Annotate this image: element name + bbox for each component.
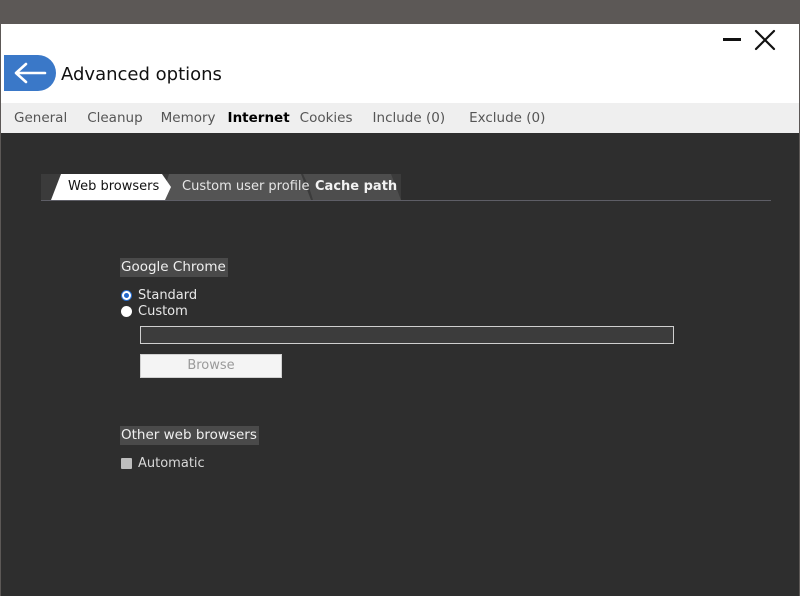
radio-button[interactable] [121,306,132,317]
radio-custom-label: Custom [138,304,188,319]
tab-include[interactable]: Include (0) [367,103,452,133]
google-chrome-heading: Google Chrome [120,258,228,277]
other-browsers-heading: Other web browsers [120,426,259,445]
radio-button-selected[interactable] [121,290,132,301]
automatic-label: Automatic [138,456,205,471]
close-icon [754,29,776,51]
custom-path-input[interactable] [140,326,674,344]
tab-exclude[interactable]: Exclude (0) [463,103,551,133]
close-button[interactable] [752,27,778,53]
automatic-checkbox-row[interactable]: Automatic [121,456,205,471]
radio-custom[interactable]: Custom [121,304,188,319]
main-tab-bar: General Cleanup Memory Internet Cookies … [1,103,799,133]
subtab-label: Cache path [315,179,398,194]
browse-button[interactable]: Browse [140,354,282,378]
subtab-web-browsers[interactable]: Web browsers [51,174,171,200]
arrow-left-icon [14,62,47,84]
subtab-label: Web browsers [68,179,160,194]
tab-cookies[interactable]: Cookies [294,103,359,133]
tab-internet[interactable]: Internet [222,103,296,133]
advanced-options-window: Advanced options General Cleanup Memory … [1,24,799,596]
subtab-bar: Cache path Custom user profile Web brows… [41,174,771,201]
tab-memory[interactable]: Memory [155,103,222,133]
subtab-label: Custom user profile [182,179,310,194]
automatic-checkbox[interactable] [121,458,132,469]
radio-standard-label: Standard [138,288,198,303]
tab-general[interactable]: General [8,103,73,133]
radio-standard[interactable]: Standard [121,288,197,303]
minimize-button[interactable] [721,30,743,52]
back-button[interactable] [4,55,56,91]
title-bar: Advanced options [1,24,799,103]
tab-cleanup[interactable]: Cleanup [81,103,148,133]
window-title: Advanced options [61,64,222,85]
subtab-custom-user-profile[interactable]: Custom user profile [161,174,311,200]
subtab-cache-path[interactable]: Cache path [303,174,401,200]
